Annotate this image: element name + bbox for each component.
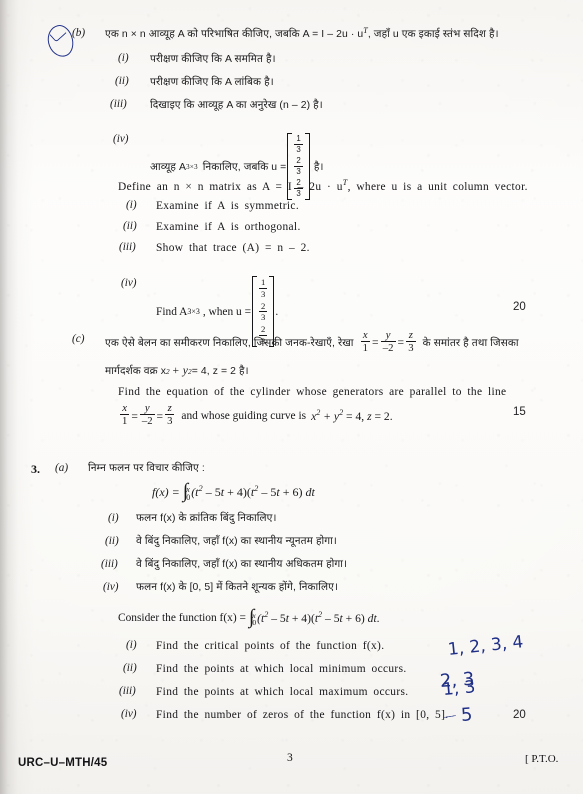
- q3a-english-item-1-text: Find the points at which local minimum o…: [156, 663, 407, 675]
- q2b-hindi-item-3-sub: 3×3: [186, 162, 198, 171]
- q2c-hindi-line1: एक ऐसे बेलन का समीकरण निकालिए, जिसकी जनक…: [105, 328, 519, 355]
- q3a-hindi-item-2-marker: (iii): [101, 558, 118, 570]
- q2b-hindi-stem-text: एक n × n आव्यूह A को परिभाषित कीजिए, जबक…: [105, 29, 364, 40]
- integral-limits: x 0: [186, 485, 190, 501]
- q2b-hindi-item-1-text: परीक्षण कीजिए कि A लांबिक है।: [150, 77, 274, 88]
- q2b-hindi-item-3-post: है।: [313, 161, 324, 173]
- q2b-english-stem-post: , where u is a unit column vector.: [347, 180, 528, 193]
- q2b-english-item-0-text: Examine if A is symmetric.: [156, 200, 300, 212]
- q2c-hindi-line2-post: = 4, z = 2 है।: [191, 366, 249, 377]
- q3a-english-item-1-marker: (ii): [123, 662, 137, 674]
- q2c-english-line1: Find the equation of the cylinder whose …: [118, 386, 507, 398]
- q2b-english-item-2-text: Show that trace (A) = n – 2.: [156, 242, 310, 254]
- ratio-x: x1: [120, 401, 130, 428]
- scanned-exam-page: (b) एक n × n आव्यूह A को परिभाषित कीजिए,…: [0, 0, 583, 794]
- integral-limits: x 0: [252, 612, 256, 627]
- q2c-hindi-line1-post: के समांतर है तथा जिसका: [422, 337, 519, 349]
- q2c-line-equation-english: x1 = y –2 = z3: [120, 401, 175, 428]
- q2b-english-item-3-post: .: [275, 306, 279, 319]
- q3a-hindi-item-3-marker: (iv): [103, 581, 119, 593]
- integral-lower: 0: [186, 492, 191, 502]
- q2c-hindi-line1-pre: एक ऐसे बेलन का समीकरण निकालिए, जिसकी जनक…: [105, 337, 354, 349]
- integral-sign: ∫ x 0: [182, 480, 191, 503]
- q3a-english-stem-text: Consider the function f(x) =: [118, 611, 246, 624]
- q2c-english-line2: x1 = y –2 = z3 and whose guiding curve is…: [118, 401, 393, 428]
- q2b-hindi-item-3-marker: (iv): [113, 133, 129, 145]
- q2b-hindi-item-3-mid: निकालिए, जबकि u =: [202, 161, 287, 173]
- paper-code: URC–U–MTH/45: [18, 757, 108, 769]
- q2c-marks: 15: [513, 406, 526, 418]
- q2b-hindi-item-2-text: दिखाइए कि आव्यूह A का अनुरेख (n – 2) है।: [150, 100, 323, 111]
- q3a-english-integrand: (t2 – 5t + 4)(t2 – 5t + 6) dt.: [257, 610, 380, 625]
- q3a-hindi-item-3-text: फलन f(x) के [0, 5] में कितने शून्यक होंग…: [136, 582, 339, 593]
- q2b-english-item-1-marker: (ii): [123, 220, 137, 232]
- integral-lower: 0: [252, 618, 257, 628]
- q3a-hindi-stem: निम्न फलन पर विचार कीजिए :: [88, 463, 205, 474]
- q2c-english-line2-mid: and whose guiding curve is: [181, 409, 307, 422]
- q2c-guiding-curve: x2 + y2 = 4, z = 2.: [311, 408, 393, 424]
- q3a-english-item-0-text: Find the critical points of the function…: [156, 640, 385, 652]
- q2b-label: (b): [72, 27, 86, 39]
- q3a-hindi-item-1-text: वे बिंदु निकालिए, जहाँ f(x) का स्थानीय न…: [136, 536, 337, 547]
- q2c-line-equation-hindi: x1 = y –2 = z3: [360, 328, 416, 355]
- q2c-hindi-line2: मार्गदर्शक वक्र x 2 + y2 = 4, z = 2 है।: [105, 364, 249, 377]
- q3a-english-stem: Consider the function f(x) = ∫ x 0 (t2 –…: [118, 606, 380, 629]
- ratio-y: y –2: [380, 328, 396, 355]
- vector-cell-0: 13: [259, 277, 268, 300]
- page-content: (b) एक n × n आव्यूह A को परिभाषित कीजिए,…: [0, 0, 583, 794]
- q2b-english-item-3-pre: Find A: [156, 306, 188, 319]
- q2b-english-item-3-sub: 3×3: [187, 307, 200, 317]
- q2b-english-item-1-text: Examine if A is orthogonal.: [156, 221, 301, 233]
- page-number: 3: [287, 752, 293, 764]
- q2b-hindi-item-0-marker: (i): [118, 52, 129, 64]
- q2c-label: (c): [72, 333, 85, 345]
- q3a-english-item-0-marker: (i): [126, 639, 137, 651]
- q3a-hindi-item-0-text: फलन f(x) के क्रांतिक बिंदु निकालिए।: [136, 513, 277, 524]
- q3a-english-item-3-marker: (iv): [121, 708, 137, 720]
- q3a-hindi-item-1-marker: (ii): [105, 535, 119, 547]
- q2b-english-item-0-marker: (i): [126, 199, 137, 211]
- q2b-hindi-stem: एक n × n आव्यूह A को परिभाषित कीजिए, जबक…: [105, 26, 499, 40]
- integral-sign: ∫ x 0: [248, 606, 257, 629]
- q3-marks: 20: [513, 709, 526, 721]
- q2b-hindi-stem-tail: , जहाँ u एक इकाई स्तंभ सदिश है।: [367, 29, 499, 40]
- ratio-x: x1: [360, 328, 371, 355]
- ratio-y: y –2: [139, 401, 155, 428]
- q3a-english-item-2-text: Find the points at which local maximum o…: [156, 686, 409, 698]
- integrand: (t2 – 5t + 4)(t2 – 5t + 6) dt: [191, 484, 315, 499]
- vector-cell-0: 13: [294, 134, 303, 155]
- vector-cell-1: 23: [259, 300, 268, 323]
- q2b-english-item-3-mid: , when u =: [202, 306, 251, 319]
- q2b-english-stem: Define an n × n matrix as A = I – 2u · u…: [118, 178, 528, 193]
- ratio-z: z3: [165, 401, 175, 428]
- q3a-hindi-item-2-text: वे बिंदु निकालिए, जहाँ f(x) का स्थानीय अ…: [136, 559, 348, 570]
- q2b-hindi-item-3-pre: आव्यूह A: [150, 161, 187, 173]
- formula-lhs: f(x) =: [152, 484, 180, 499]
- q3a-english-item-3-text: Find the number of zeros of the function…: [156, 709, 449, 721]
- q2c-hindi-line2-pre: मार्गदर्शक वक्र x: [105, 366, 167, 377]
- q2b-hindi-item-2-marker: (iii): [110, 98, 127, 110]
- q2b-english-stem-pre: Define an n × n matrix as A = I – 2u · u: [118, 180, 343, 193]
- q2b-english-item-2-marker: (iii): [119, 241, 136, 253]
- q2b-hindi-item-1-marker: (ii): [115, 75, 129, 87]
- q3a-label: (a): [55, 462, 69, 474]
- q2b-marks: 20: [513, 301, 526, 313]
- q3a-hindi-item-0-marker: (i): [108, 512, 119, 524]
- q3a-english-item-2-marker: (iii): [119, 685, 136, 697]
- pto-note: [ P.T.O.: [525, 753, 559, 765]
- q2b-hindi-item-0-text: परीक्षण कीजिए कि A सममित है।: [150, 54, 276, 65]
- q2b-english-item-3-marker: (iv): [121, 277, 137, 289]
- q3a-formula: f(x) = ∫ x 0 (t2 – 5t + 4)(t2 – 5t + 6) …: [152, 480, 315, 503]
- vector-cell-1: 23: [294, 156, 303, 177]
- q3-number: 3.: [31, 462, 40, 476]
- ratio-z: z3: [406, 328, 416, 355]
